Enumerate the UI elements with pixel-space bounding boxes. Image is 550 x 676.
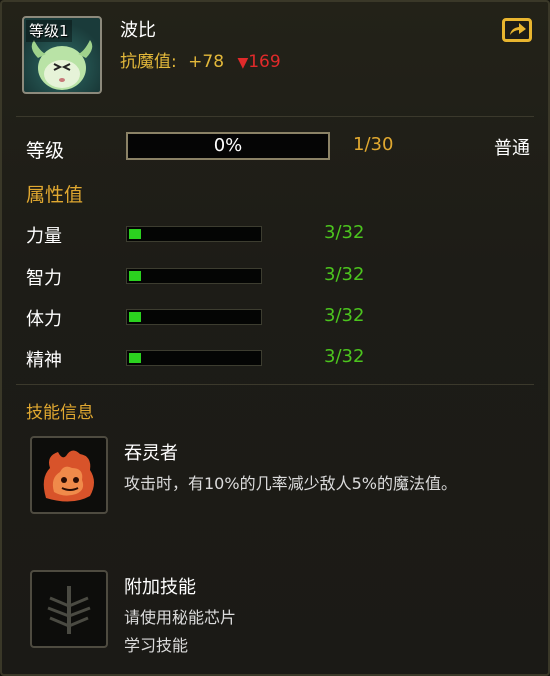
share-button[interactable] xyxy=(502,18,532,42)
skill-slot-extra[interactable] xyxy=(30,570,108,648)
skill-slot-primary[interactable] xyxy=(30,436,108,514)
attr-bar-strength xyxy=(126,226,262,242)
attr-value-stamina: 3/32 xyxy=(324,305,365,326)
skill-name-primary: 吞灵者 xyxy=(124,443,178,464)
skills-divider xyxy=(16,384,534,385)
resist-bonus: +78 xyxy=(188,52,225,72)
quality-label: 普通 xyxy=(494,138,530,159)
share-arrow-icon xyxy=(510,23,526,35)
attr-fill xyxy=(129,271,141,281)
pet-name: 波比 xyxy=(120,20,156,41)
exp-percent: 0% xyxy=(213,135,243,156)
resist-row: 抗魔值: +78 ▼169 xyxy=(120,47,281,72)
down-triangle-icon: ▼ xyxy=(237,55,249,71)
attr-label-strength: 力量 xyxy=(26,226,62,247)
attr-fill xyxy=(129,229,141,239)
attr-bar-stamina xyxy=(126,309,262,325)
resist-decrease: 169 xyxy=(248,52,281,72)
attr-label-stamina: 体力 xyxy=(26,309,62,330)
attr-label-intellect: 智力 xyxy=(26,268,62,289)
attr-bar-spirit xyxy=(126,350,262,366)
attr-value-spirit: 3/32 xyxy=(324,346,365,367)
skill-desc-extra-line2: 学习技能 xyxy=(124,636,189,655)
skills-title: 技能信息 xyxy=(26,403,94,423)
attr-value-strength: 3/32 xyxy=(324,222,365,243)
level-label: 等级 xyxy=(26,140,65,162)
attr-value-intellect: 3/32 xyxy=(324,264,365,285)
header-divider xyxy=(16,116,534,117)
exp-bar: 0% xyxy=(126,132,330,160)
pet-level-badge: 等级1 xyxy=(26,20,72,42)
flame-creature-icon xyxy=(43,450,94,502)
attr-fill xyxy=(129,312,141,322)
resist-label: 抗魔值: xyxy=(120,52,177,72)
skill-desc-primary: 攻击时，有10%的几率减少敌人5%的魔法值。 xyxy=(124,474,457,493)
level-progress: 1/30 xyxy=(353,134,394,155)
attr-bar-intellect xyxy=(126,268,262,284)
attr-label-spirit: 精神 xyxy=(26,350,62,371)
attributes-title: 属性值 xyxy=(26,184,84,206)
attr-fill xyxy=(129,353,141,363)
locked-skill-icon xyxy=(47,586,91,634)
skill-desc-extra-line1: 请使用秘能芯片 xyxy=(124,608,237,627)
pet-info-panel: 等级1 波比 抗魔值: +78 ▼169 等级 0% 1/30 普通 属性值 力… xyxy=(0,0,550,676)
skill-name-extra: 附加技能 xyxy=(124,577,196,598)
pet-avatar[interactable]: 等级1 xyxy=(22,16,102,94)
